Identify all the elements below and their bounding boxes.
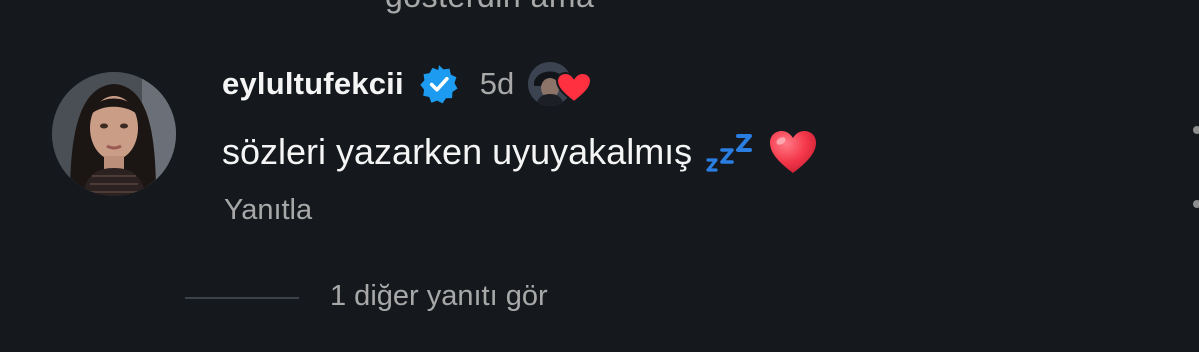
view-more-replies-button[interactable]: 1 diğer yanıtı gör (330, 280, 548, 313)
zzz-icon (704, 130, 754, 174)
verified-badge-icon (418, 63, 460, 105)
timestamp: 5d (479, 66, 515, 101)
scroll-indicator-dot (1193, 126, 1199, 134)
comment-text: sözleri yazarken uyuyakalmış (222, 131, 693, 172)
comment-header: eylultufekcii 5d (222, 62, 594, 106)
replies-divider (185, 297, 299, 299)
username[interactable]: eylultufekcii (222, 66, 404, 102)
scroll-indicator-dot (1193, 200, 1199, 208)
user-avatar[interactable] (52, 72, 176, 196)
creator-liked-badge (528, 62, 594, 106)
liked-heart-icon (556, 71, 593, 104)
previous-comment-text: gösterdin ama (385, 0, 594, 15)
reply-button[interactable]: Yanıtla (224, 194, 312, 227)
red-heart-icon (768, 129, 818, 175)
comment-body: sözleri yazarken uyuyakalmış (222, 124, 818, 180)
